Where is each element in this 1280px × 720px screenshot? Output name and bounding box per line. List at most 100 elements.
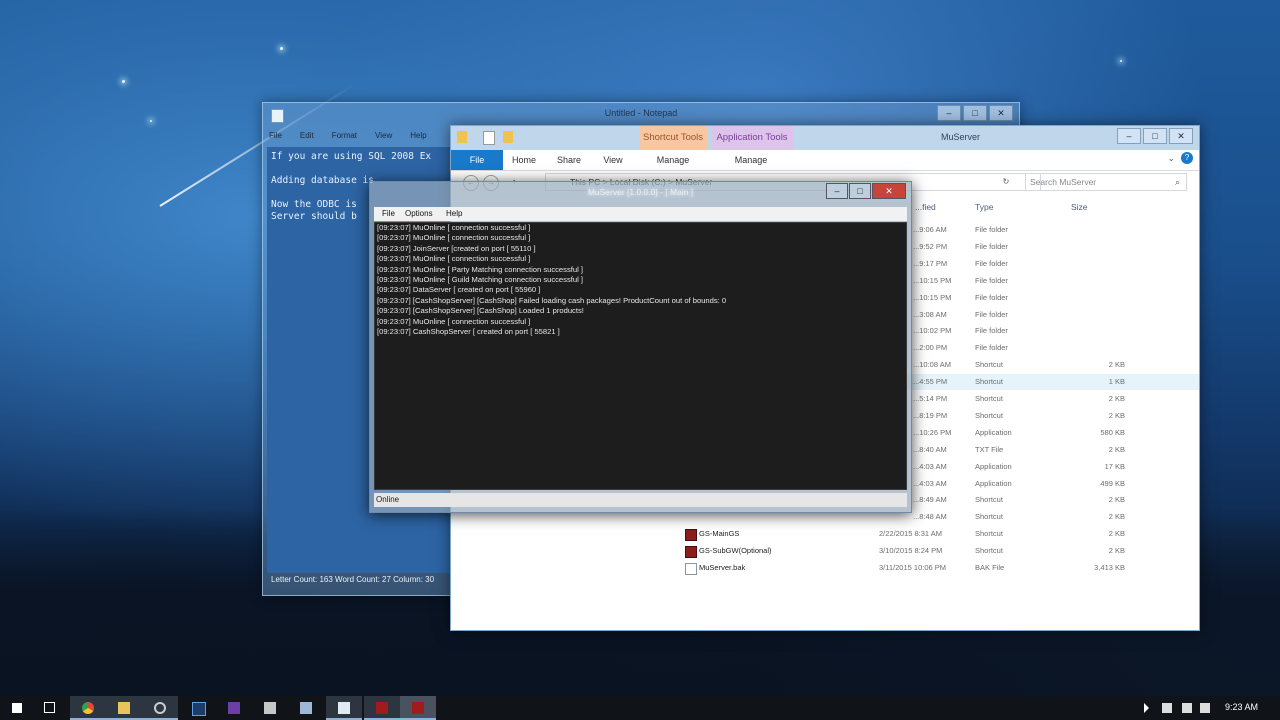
tab-home[interactable]: Home [507,150,541,170]
file-date: ...8:49 AM [913,495,947,505]
explorer-title: MuServer [941,132,981,142]
visual-studio-icon [228,702,240,714]
start-button[interactable] [0,696,36,720]
file-size: 17 KB [1104,461,1125,471]
file-type: Shortcut [975,377,1003,387]
notification-icon[interactable] [1200,703,1210,713]
file-size: 2 KB [1108,512,1125,522]
file-row[interactable]: MuServer.bak 3/11/2015 10:06 PM BAK File 3,… [451,560,1199,576]
file-size: 3,413 KB [1094,563,1125,572]
file-size: 2 KB [1108,394,1125,403]
maximize-button[interactable]: □ [1143,128,1167,144]
close-button[interactable]: ✕ [872,183,906,199]
search-placeholder: Search MuServer [1030,177,1097,187]
maximize-button[interactable]: □ [849,183,871,199]
file-row[interactable]: GS-MainGS 2/22/2015 8:31 AM Shortcut 2 KB [451,526,1199,542]
file-size: 2 KB [1108,410,1125,420]
star [280,47,283,50]
text-line [271,163,457,175]
file-type: File folder [975,225,1008,234]
notepad-icon [338,702,350,714]
windows-icon [12,703,22,713]
file-type: Application [975,478,1012,488]
file-size: 580 KB [1100,427,1125,437]
properties-icon[interactable] [483,131,495,145]
minimize-button[interactable]: – [937,105,961,121]
menu-help[interactable]: Help [410,131,426,140]
refresh-button[interactable]: ↻ [999,175,1013,189]
expand-ribbon-chevron-icon[interactable]: ⌄ [1167,153,1175,164]
muserver-window[interactable]: MuServer [1.0.0.0] - [ Main ] – □ ✕ File… [369,181,912,513]
column-size[interactable]: Size [1071,202,1088,212]
tab-view[interactable]: View [597,150,629,170]
task-view-icon [44,702,55,713]
explorer-titlebar[interactable]: Shortcut Tools Application Tools MuServe… [451,126,1199,150]
folder-icon [118,702,130,714]
clock[interactable]: 9:23 AM [1225,702,1258,712]
taskbar-task-view[interactable] [32,696,68,720]
tray-chevron-icon[interactable] [1144,703,1149,713]
taskbar-muserver-1[interactable] [364,696,400,720]
file-type: File folder [975,275,1008,285]
taskbar-app-1[interactable] [142,696,178,720]
taskbar-notepad[interactable] [326,696,362,720]
context-tab-application-tools[interactable]: Application Tools [711,126,793,150]
taskbar-chrome[interactable] [70,696,106,720]
taskbar-file-explorer[interactable] [106,696,142,720]
file-date: ...4:03 AM [913,478,947,488]
muserver-titlebar[interactable]: MuServer [1.0.0.0] - [ Main ] – □ ✕ [370,182,911,204]
notepad-title: Untitled - Notepad [604,108,678,118]
menu-format[interactable]: Format [332,131,357,140]
menu-help[interactable]: Help [446,207,462,221]
new-folder-icon[interactable] [503,131,513,143]
menu-options[interactable]: Options [405,207,433,221]
file-type: BAK File [975,563,1005,572]
taskbar-muserver-2[interactable] [400,696,436,720]
file-type: Shortcut [975,546,1003,556]
notepad-status: Letter Count: 163 Word Count: 27 Column:… [271,575,435,584]
file-row[interactable]: GS-SubGW(Optional) 3/10/2015 8:24 PM Short… [451,543,1199,559]
file-size: 2 KB [1108,546,1125,556]
file-date: 3/11/2015 10:06 PM [879,563,946,572]
maximize-button[interactable]: □ [963,105,987,121]
help-icon[interactable]: ? [1181,152,1193,164]
network-icon[interactable] [1162,703,1172,713]
close-button[interactable]: ✕ [1169,128,1193,144]
tab-manage-shortcut[interactable]: Manage [649,150,697,170]
file-date: ...10:02 PM [913,326,952,336]
menu-view[interactable]: View [375,131,392,140]
taskbar-app-3[interactable] [288,696,324,720]
column-date-modified[interactable]: ...fied [915,202,936,212]
tab-manage-application[interactable]: Manage [727,150,775,170]
tab-file[interactable]: File [451,150,503,170]
volume-icon[interactable] [1182,703,1192,713]
notepad-menubar: File Edit Format View Help [269,131,427,140]
search-input[interactable]: Search MuServer ⌕ [1025,173,1187,191]
context-tab-shortcut-tools[interactable]: Shortcut Tools [639,126,707,150]
file-type: File folder [975,343,1008,353]
minimize-button[interactable]: – [826,183,848,199]
log-console[interactable]: [09:23:07] MuOnline [ connection success… [374,222,907,490]
taskbar-visual-studio[interactable] [216,696,252,720]
column-type[interactable]: Type [975,202,993,212]
log-line: [09:23:07] [CashShopServer] [CashShop] L… [377,306,584,316]
muserver-icon [412,702,424,714]
menu-file[interactable]: File [382,207,395,221]
log-line: [09:23:07] CashShopServer [ created on p… [377,327,560,337]
ribbon-tabs: File Home Share View Manage Manage [451,150,1199,171]
file-icon [685,563,697,575]
taskbar-photoshop[interactable] [180,696,216,720]
file-size: 1 KB [1108,377,1125,387]
menu-file[interactable]: File [269,131,282,140]
minimize-button[interactable]: – [1117,128,1141,144]
photoshop-icon [192,702,206,716]
file-size: 499 KB [1100,478,1125,488]
file-date: ...5:14 PM [913,394,948,403]
tab-share[interactable]: Share [551,150,587,170]
taskbar-app-2[interactable] [252,696,288,720]
menu-edit[interactable]: Edit [300,131,314,140]
star [1120,60,1122,62]
close-button[interactable]: ✕ [989,105,1013,121]
file-name: GS-MainGS [699,529,740,539]
notepad-titlebar[interactable]: Untitled - Notepad – □ ✕ [263,103,1019,127]
